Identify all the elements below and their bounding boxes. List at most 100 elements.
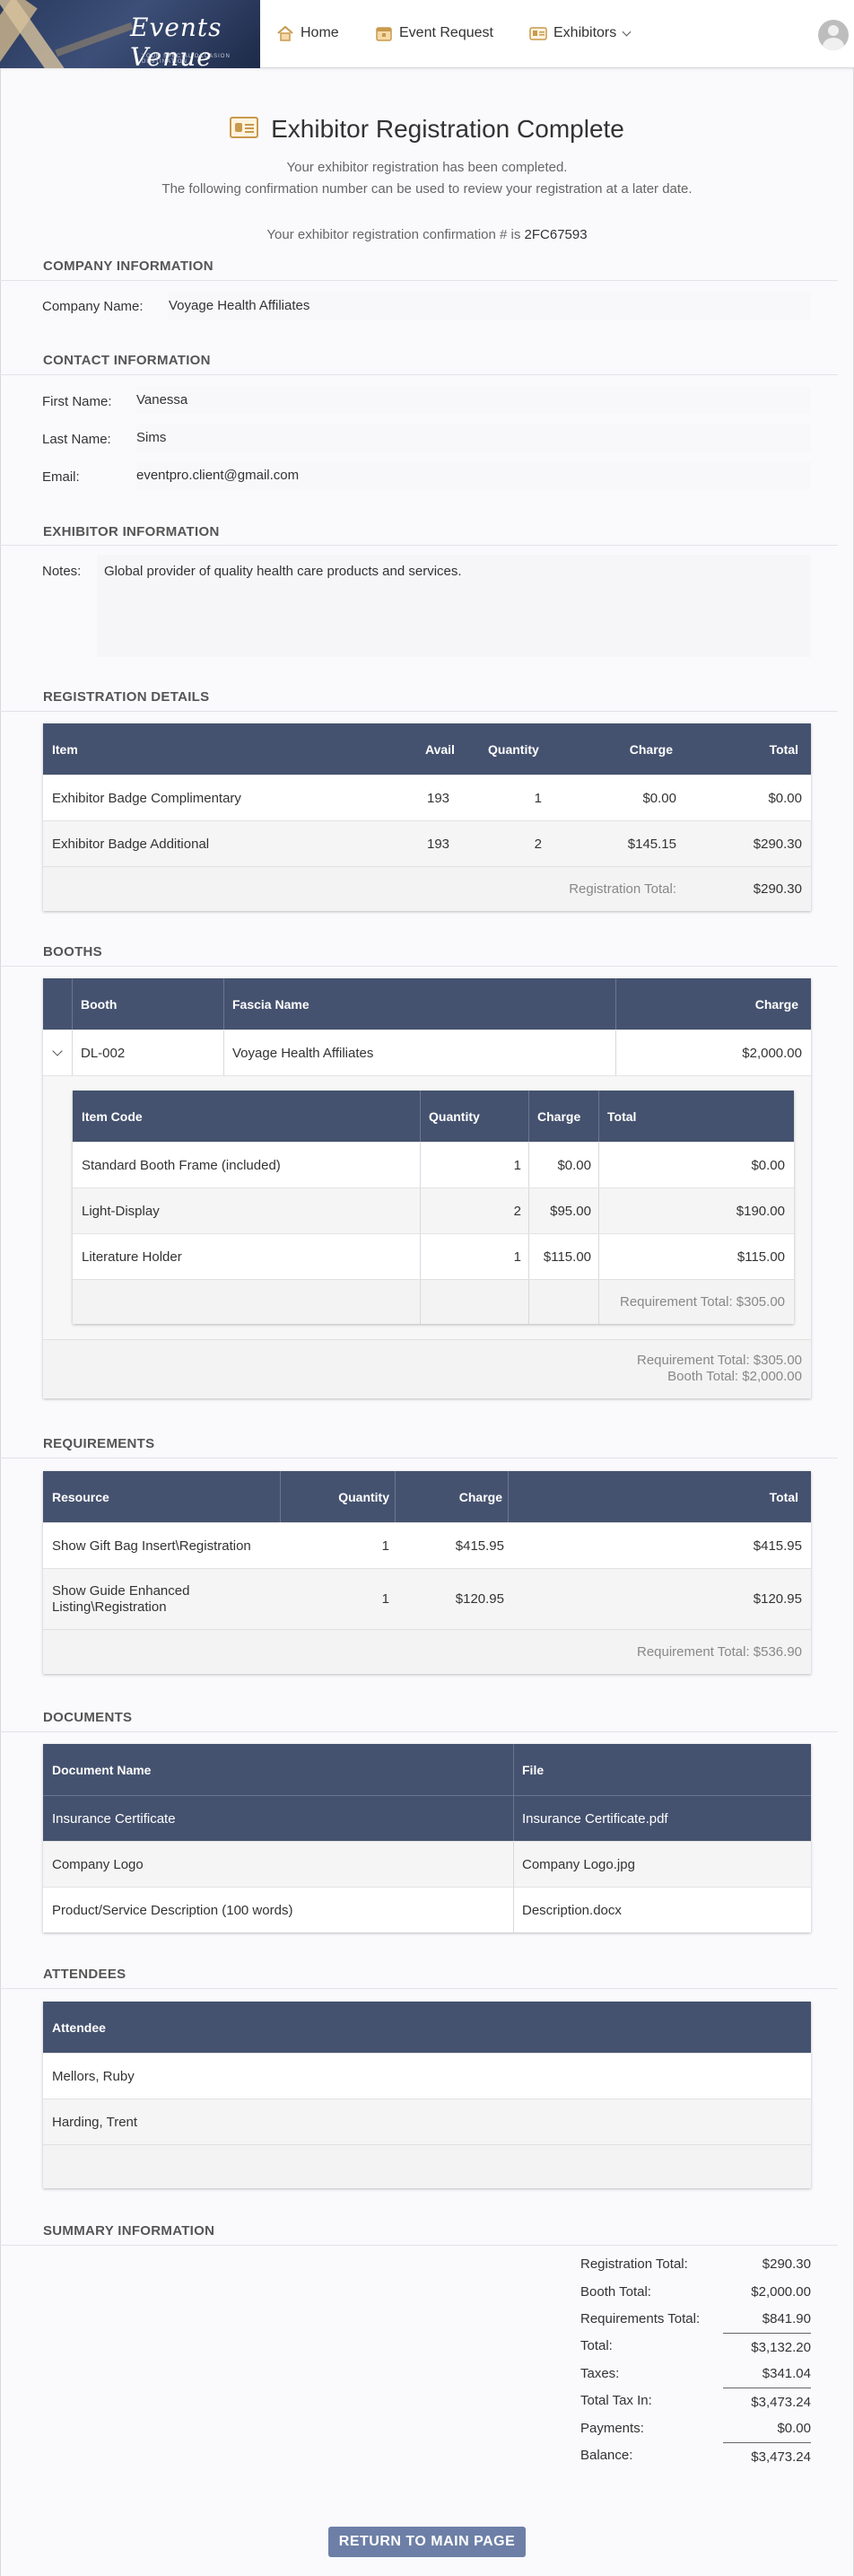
section-divider bbox=[0, 1988, 838, 1989]
summary-value: $3,473.24 bbox=[751, 2449, 811, 2465]
document-file-link[interactable]: Company Logo.jpg bbox=[522, 1842, 635, 1887]
requirements-section-title: REQUIREMENTS bbox=[43, 1436, 155, 1451]
column-divider bbox=[598, 1143, 599, 1187]
document-name: Product/Service Description (100 words) bbox=[52, 1902, 293, 1918]
item-quantity: 1 bbox=[513, 1157, 521, 1173]
booth-total: Booth Total: $2,000.00 bbox=[667, 1369, 802, 1384]
calendar-icon bbox=[376, 27, 392, 41]
table-row: Light-Display 2 $95.00 $190.00 bbox=[73, 1187, 794, 1233]
requirements-table: Resource Quantity Charge Total Show Gift… bbox=[43, 1471, 811, 1674]
column-divider bbox=[513, 1888, 514, 1932]
column-divider bbox=[420, 1143, 421, 1187]
section-divider bbox=[0, 545, 838, 546]
venue-logo[interactable]: Events Venue YOUR SPECIAL OCCASION DESTI… bbox=[0, 0, 260, 68]
document-file-link[interactable]: Description.docx bbox=[522, 1888, 622, 1932]
registration-total-value: $290.30 bbox=[753, 881, 802, 897]
table-header: Booth Fascia Name Charge bbox=[43, 978, 811, 1030]
item-code: Standard Booth Frame (included) bbox=[82, 1157, 281, 1173]
chevron-down-icon bbox=[622, 27, 632, 36]
col-charge: Charge bbox=[458, 1489, 502, 1504]
table-header: Document Name File bbox=[43, 1744, 811, 1795]
column-divider bbox=[223, 978, 224, 1030]
booth-detail-panel: Item Code Quantity Charge Total Standard… bbox=[43, 1075, 811, 1339]
last-name-label: Last Name: bbox=[42, 432, 111, 447]
summary-value: $290.30 bbox=[762, 2256, 811, 2272]
column-divider bbox=[598, 1280, 599, 1324]
nav-home-label: Home bbox=[301, 25, 339, 40]
col-fascia-name: Fascia Name bbox=[232, 996, 309, 1012]
section-divider bbox=[0, 2245, 838, 2246]
item-charge: $145.15 bbox=[627, 836, 676, 852]
column-divider bbox=[420, 1091, 421, 1142]
item-total: $115.00 bbox=[736, 1249, 785, 1265]
table-footer: Registration Total: $290.30 bbox=[43, 866, 811, 911]
nav-exhibitors-dropdown[interactable]: Exhibitors bbox=[529, 22, 632, 45]
item-charge: $0.00 bbox=[557, 1157, 591, 1173]
item-charge: $95.00 bbox=[550, 1203, 591, 1219]
table-header: Item Code Quantity Charge Total bbox=[73, 1091, 794, 1142]
table-footer: Requirement Total: $536.90 bbox=[43, 1629, 811, 1674]
attendee-name: Mellors, Ruby bbox=[52, 2068, 135, 2084]
item-charge: $0.00 bbox=[642, 790, 676, 806]
requirement-total: Requirement Total: $305.00 bbox=[636, 1353, 802, 1368]
booth-charge: $2,000.00 bbox=[742, 1045, 802, 1061]
col-charge: Charge bbox=[754, 996, 798, 1012]
attendees-section-title: ATTENDEES bbox=[43, 1967, 126, 1982]
column-divider bbox=[420, 1188, 421, 1233]
summary-value: $2,000.00 bbox=[751, 2284, 811, 2300]
user-avatar[interactable] bbox=[818, 20, 849, 50]
resource-total: $120.95 bbox=[753, 1591, 802, 1607]
booth-id: DL-002 bbox=[81, 1045, 126, 1061]
resource-quantity: 1 bbox=[381, 1538, 389, 1554]
section-divider bbox=[0, 1731, 838, 1732]
column-divider bbox=[513, 1744, 514, 1795]
booths-table: Booth Fascia Name Charge DL-002 Voyage H… bbox=[43, 978, 811, 1398]
column-divider bbox=[615, 1030, 616, 1075]
col-charge: Charge bbox=[537, 1108, 581, 1124]
col-total: Total bbox=[769, 1489, 798, 1504]
table-header: Resource Quantity Charge Total bbox=[43, 1471, 811, 1522]
col-total: Total bbox=[607, 1108, 637, 1124]
documents-table: Document Name File Insurance Certificate… bbox=[43, 1744, 811, 1932]
summary-label: Taxes: bbox=[580, 2366, 620, 2381]
confirmation-number: 2FC67593 bbox=[524, 227, 588, 242]
page-title: Exhibitor Registration Complete bbox=[0, 115, 854, 144]
document-file-link[interactable]: Insurance Certificate.pdf bbox=[522, 1796, 668, 1841]
notes-label: Notes: bbox=[42, 564, 82, 579]
nav-event-request-link[interactable]: Event Request bbox=[375, 22, 493, 45]
table-row[interactable]: Company Logo Company Logo.jpg bbox=[43, 1841, 811, 1887]
column-divider bbox=[528, 1188, 529, 1233]
table-row: Exhibitor Badge Complimentary 193 1 $0.0… bbox=[43, 775, 811, 820]
email-value: eventpro.client@gmail.com bbox=[136, 461, 811, 490]
nav-event-request-label: Event Request bbox=[399, 25, 493, 40]
nav-home-link[interactable]: Home bbox=[276, 22, 339, 45]
column-divider bbox=[420, 1234, 421, 1279]
home-icon bbox=[277, 25, 293, 41]
logo-tagline: YOUR SPECIAL OCCASION DESTINATION bbox=[142, 54, 231, 65]
col-item: Item bbox=[52, 741, 78, 757]
expand-toggle[interactable] bbox=[52, 1030, 63, 1075]
section-divider bbox=[0, 280, 838, 281]
column-divider bbox=[72, 1030, 73, 1075]
registration-table: Item Avail Quantity Charge Total Exhibit… bbox=[43, 723, 811, 911]
col-charge: Charge bbox=[629, 741, 673, 757]
summary-label: Total Tax In: bbox=[580, 2393, 652, 2408]
booth-totals: Requirement Total: $305.00 Booth Total: … bbox=[637, 1353, 802, 1385]
column-divider bbox=[528, 1280, 529, 1324]
col-file: File bbox=[522, 1762, 545, 1777]
column-divider bbox=[598, 1188, 599, 1233]
column-divider bbox=[420, 1280, 421, 1324]
table-footer bbox=[43, 2144, 811, 2188]
column-divider bbox=[223, 1030, 224, 1075]
table-row[interactable]: Insurance Certificate Insurance Certific… bbox=[43, 1795, 811, 1841]
id-card-icon bbox=[230, 116, 259, 138]
page-title-text: Exhibitor Registration Complete bbox=[271, 115, 624, 143]
table-row[interactable]: Product/Service Description (100 words) … bbox=[43, 1887, 811, 1932]
table-row[interactable]: DL-002 Voyage Health Affiliates $2,000.0… bbox=[43, 1030, 811, 1075]
resource-charge: $120.95 bbox=[455, 1591, 504, 1607]
col-document-name: Document Name bbox=[52, 1762, 152, 1777]
summary-label: Total: bbox=[580, 2338, 613, 2353]
summary-label: Registration Total: bbox=[580, 2256, 688, 2272]
fascia-name: Voyage Health Affiliates bbox=[232, 1045, 374, 1061]
return-to-main-button[interactable]: RETURN TO MAIN PAGE bbox=[328, 2527, 526, 2557]
